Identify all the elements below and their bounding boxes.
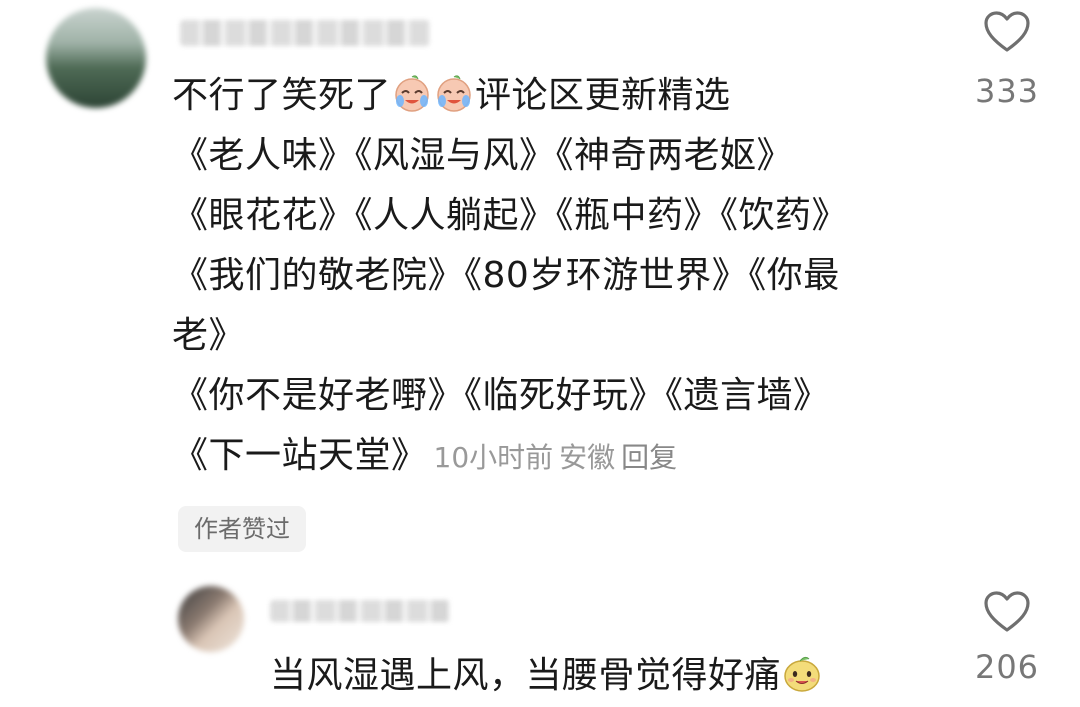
comment-line-6: 《你不是好老嘢》《临死好玩》《遗言墙》 xyxy=(172,375,830,416)
reply-like-button[interactable]: 206 xyxy=(952,590,1062,686)
comment-line-7: 《下一站天堂》 10小时前 安徽 回复 xyxy=(172,435,678,476)
comment-line-2: 《老人味》《风湿与风》《神奇两老妪》 xyxy=(172,135,794,176)
username-blurred[interactable] xyxy=(180,20,430,46)
reply-comment-body: 当风湿遇上风，当腰骨觉得好痛 xyxy=(270,646,823,706)
reply-like-count: 206 xyxy=(974,648,1040,686)
reply-avatar[interactable] xyxy=(178,586,244,652)
like-button[interactable]: 333 xyxy=(952,10,1062,110)
comment-body: 不行了笑死了 评论区更新精选 《老人味》《风湿与风》《神奇两老妪》 《眼花花》《人… xyxy=(172,66,912,486)
comment-line-1: 不行了笑死了 评论区更新精选 xyxy=(172,75,731,116)
reply-username-blurred[interactable] xyxy=(270,600,450,622)
heart-outline-icon[interactable] xyxy=(983,590,1031,634)
comment-location: 安徽 xyxy=(559,441,616,474)
comment-time: 10小时前 xyxy=(433,441,554,474)
heart-outline-icon[interactable] xyxy=(983,10,1031,54)
avatar[interactable] xyxy=(46,8,146,108)
smiling-bean-emoji xyxy=(784,656,820,692)
comment-main: 不行了笑死了 评论区更新精选 《老人味》《风湿与风》《神奇两老妪》 《眼花花》《人… xyxy=(0,0,1080,560)
author-liked-badge: 作者赞过 xyxy=(178,506,306,552)
like-count: 333 xyxy=(974,72,1040,110)
reply-button[interactable]: 回复 xyxy=(621,441,677,474)
crying-laughing-face-emoji xyxy=(395,75,429,112)
comment-meta: 10小时前 安徽 回复 xyxy=(428,441,678,474)
comment-line-3: 《眼花花》《人人躺起》《瓶中药》《饮药》 xyxy=(172,195,849,236)
comment-line-4: 《我们的敬老院》《80岁环游世界》《你最 xyxy=(172,255,840,296)
comment-line-5: 老》 xyxy=(172,315,246,356)
crying-laughing-face-emoji xyxy=(437,75,471,112)
